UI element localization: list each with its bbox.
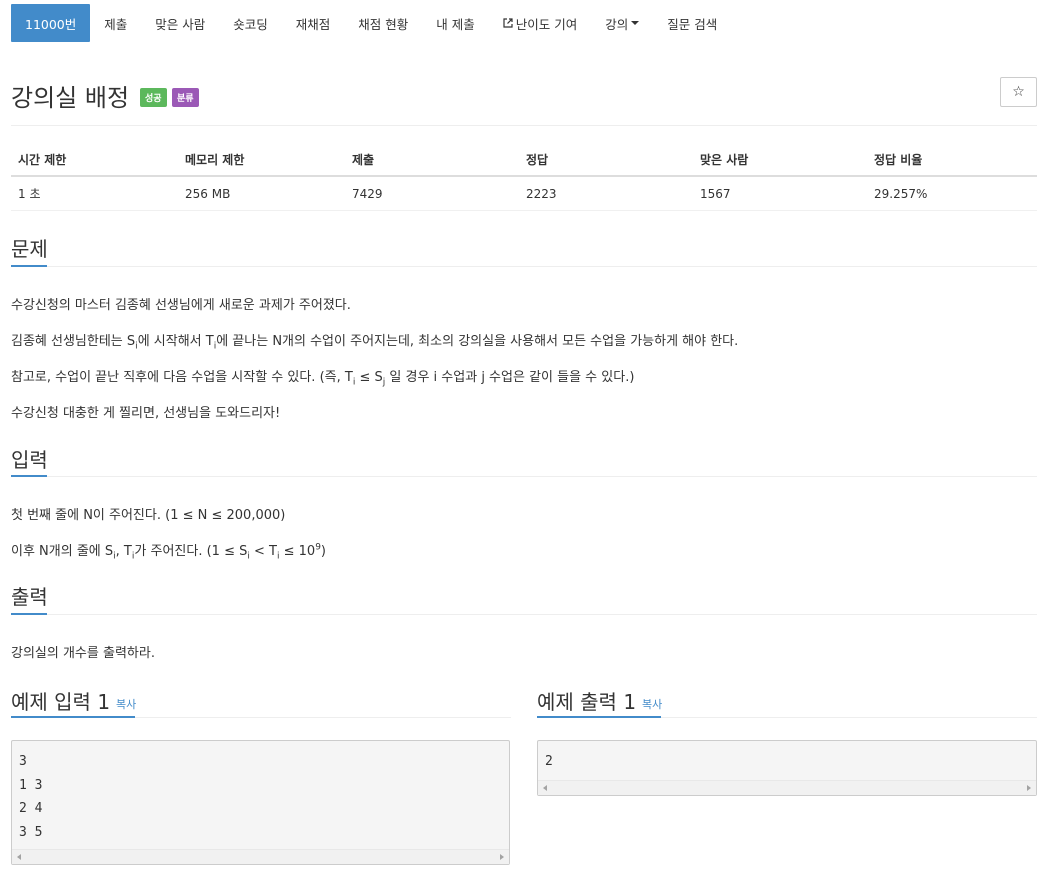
section-divider	[11, 266, 1037, 267]
problem-section-title: 문제	[11, 237, 48, 261]
problem-nav: 11000번 제출 맞은 사람 숏코딩 재채점 채점 현황 내 제출 난이도 기…	[11, 4, 731, 42]
scroll-left-icon[interactable]	[17, 854, 21, 860]
description-line-2: 김종혜 선생님한테는 Si에 시작해서 Ti에 끝나는 N개의 수업이 주어지는…	[11, 334, 739, 352]
sample-input-title: 예제 입력 1 복사	[11, 686, 136, 715]
section-underline	[537, 716, 661, 718]
scroll-right-icon[interactable]	[1027, 785, 1031, 791]
section-underline	[11, 265, 47, 267]
table-row: 1 초 256 MB 7429 2223 1567 29.257%	[11, 176, 1037, 211]
scroll-left-icon[interactable]	[543, 785, 547, 791]
sample-output-title: 예제 출력 1 복사	[537, 686, 662, 715]
nav-problem-number[interactable]: 11000번	[11, 4, 91, 42]
description-line-3: 참고로, 수업이 끝난 직후에 다음 수업을 시작할 수 있다. (즉, Ti …	[11, 370, 635, 388]
title-row: 강의실 배정 성공 분류 ☆	[11, 74, 1037, 126]
section-underline	[11, 613, 47, 615]
header-ratio: 정답 비율	[867, 143, 1037, 177]
sample-input-text: 3 1 3 2 4 3 5	[19, 754, 43, 840]
sample-output-label: 예제 출력 1	[537, 690, 637, 714]
input-desc-line-2: 이후 N개의 줄에 Si, Ti가 주어진다. (1 ≤ Si < Ti ≤ 1…	[11, 542, 326, 562]
value-ratio: 29.257%	[867, 176, 1037, 211]
star-button[interactable]: ☆	[1000, 77, 1037, 107]
output-section-title: 출력	[11, 585, 48, 609]
scroll-right-icon[interactable]	[500, 854, 504, 860]
section-divider	[11, 614, 1037, 615]
section-underline	[11, 475, 47, 477]
value-accepted-users: 1567	[693, 176, 867, 211]
input-desc-line-1: 첫 번째 줄에 N이 주어진다. (1 ≤ N ≤ 200,000)	[11, 508, 286, 523]
table-header-row: 시간 제한 메모리 제한 제출 정답 맞은 사람 정답 비율	[11, 143, 1037, 177]
nav-lecture-dropdown[interactable]: 강의	[591, 4, 653, 42]
problem-info-table: 시간 제한 메모리 제한 제출 정답 맞은 사람 정답 비율 1 초 256 M…	[11, 143, 1037, 211]
value-memory-limit: 256 MB	[178, 176, 345, 211]
copy-sample-input-link[interactable]: 복사	[116, 698, 136, 711]
value-correct: 2223	[519, 176, 693, 211]
nav-my-submissions[interactable]: 내 제출	[422, 4, 488, 42]
value-submissions: 7429	[345, 176, 519, 211]
header-accepted-users: 맞은 사람	[693, 143, 867, 177]
nav-accepted-users[interactable]: 맞은 사람	[141, 4, 219, 42]
success-badge[interactable]: 성공	[140, 88, 167, 107]
copy-sample-output-link[interactable]: 복사	[642, 698, 662, 711]
section-divider	[11, 476, 1037, 477]
input-section-title: 입력	[11, 448, 48, 472]
section-underline	[11, 716, 135, 718]
star-icon: ☆	[1012, 84, 1025, 100]
header-correct: 정답	[519, 143, 693, 177]
horizontal-scrollbar[interactable]	[538, 780, 1036, 795]
external-link-icon	[503, 18, 513, 28]
header-memory-limit: 메모리 제한	[178, 143, 345, 177]
nav-difficulty-label: 난이도 기여	[515, 16, 578, 32]
nav-question-search[interactable]: 질문 검색	[653, 4, 731, 42]
nav-difficulty-contribution[interactable]: 난이도 기여	[489, 4, 591, 42]
sample-input-label: 예제 입력 1	[11, 690, 111, 714]
value-time-limit: 1 초	[11, 176, 178, 211]
sample-output-box[interactable]: 2	[537, 740, 1037, 796]
nav-rejudge[interactable]: 재채점	[282, 4, 345, 42]
horizontal-scrollbar[interactable]	[12, 849, 509, 864]
nav-status[interactable]: 채점 현황	[344, 4, 422, 42]
caret-down-icon	[631, 21, 640, 25]
nav-submit[interactable]: 제출	[90, 4, 141, 42]
sample-output-text: 2	[545, 754, 553, 769]
description-line-4: 수강신청 대충한 게 찔리면, 선생님을 도와드리자!	[11, 406, 281, 421]
nav-short-coding[interactable]: 숏코딩	[219, 4, 282, 42]
page-title: 강의실 배정	[11, 84, 130, 112]
output-desc-line-1: 강의실의 개수를 출력하라.	[11, 646, 155, 661]
sample-input-box[interactable]: 3 1 3 2 4 3 5	[11, 740, 510, 865]
description-line-1: 수강신청의 마스터 김종혜 선생님에게 새로운 과제가 주어졌다.	[11, 298, 351, 313]
header-time-limit: 시간 제한	[11, 143, 178, 177]
header-submissions: 제출	[345, 143, 519, 177]
nav-lecture-label: 강의	[605, 16, 629, 32]
category-badge[interactable]: 분류	[172, 88, 199, 107]
